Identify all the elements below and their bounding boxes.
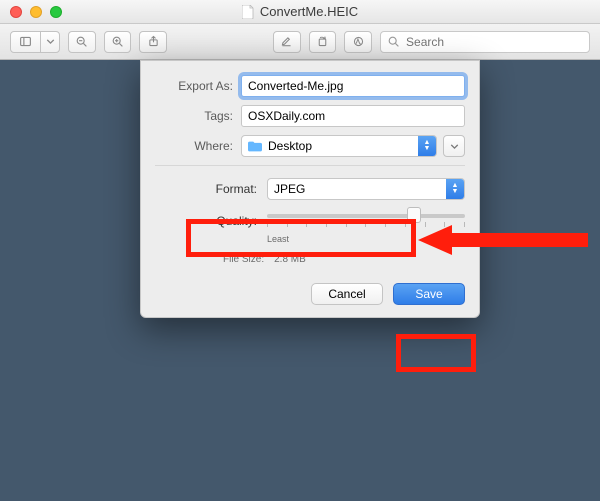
quality-label: Quality:	[205, 214, 257, 228]
quality-least-label: Least	[267, 234, 289, 244]
separator	[155, 165, 465, 166]
titlebar: ConvertMe.HEIC	[0, 0, 600, 24]
traffic-lights	[10, 6, 62, 18]
sidebar-toggle-icon[interactable]	[11, 32, 41, 52]
search-field[interactable]	[380, 31, 590, 53]
rotate-button[interactable]	[309, 31, 337, 53]
folder-icon	[248, 141, 262, 152]
slider-thumb[interactable]	[407, 207, 421, 223]
minimize-window-button[interactable]	[30, 6, 42, 18]
dropdown-chevron-icon[interactable]	[41, 32, 59, 52]
search-input[interactable]	[406, 35, 583, 49]
quality-slider[interactable]	[267, 208, 465, 234]
file-size-label: File Size:	[223, 254, 264, 265]
export-sheet: Export As: Tags: Where: Desktop ▲▼	[140, 60, 480, 318]
toolbar	[0, 24, 600, 60]
close-window-button[interactable]	[10, 6, 22, 18]
markup-button[interactable]	[344, 31, 372, 53]
tags-label: Tags:	[155, 109, 241, 123]
view-segmented-control[interactable]	[10, 31, 60, 53]
search-icon	[387, 35, 400, 48]
export-as-label: Export As:	[155, 79, 241, 93]
tags-field[interactable]	[241, 105, 465, 127]
cancel-button[interactable]: Cancel	[311, 283, 383, 305]
expand-button[interactable]	[443, 135, 465, 157]
annotation-highlight-save	[396, 334, 476, 372]
where-label: Where:	[155, 139, 241, 153]
save-button[interactable]: Save	[393, 283, 465, 305]
export-as-field[interactable]	[241, 75, 465, 97]
updown-arrows-icon: ▲▼	[446, 179, 464, 199]
format-value: JPEG	[274, 182, 446, 196]
zoom-in-button[interactable]	[104, 31, 132, 53]
highlight-button[interactable]	[273, 31, 301, 53]
quality-best-label: Best	[445, 234, 463, 244]
file-size-value: 2.8 MB	[274, 254, 306, 265]
where-value: Desktop	[268, 139, 418, 153]
format-label: Format:	[205, 182, 257, 196]
updown-arrows-icon: ▲▼	[418, 136, 436, 156]
document-icon	[242, 5, 254, 19]
where-popup[interactable]: Desktop ▲▼	[241, 135, 437, 157]
app-window: ConvertMe.HEIC	[0, 0, 600, 501]
format-popup[interactable]: JPEG ▲▼	[267, 178, 465, 200]
zoom-window-button[interactable]	[50, 6, 62, 18]
zoom-out-button[interactable]	[68, 31, 96, 53]
window-title: ConvertMe.HEIC	[260, 4, 358, 19]
share-button[interactable]	[139, 31, 167, 53]
